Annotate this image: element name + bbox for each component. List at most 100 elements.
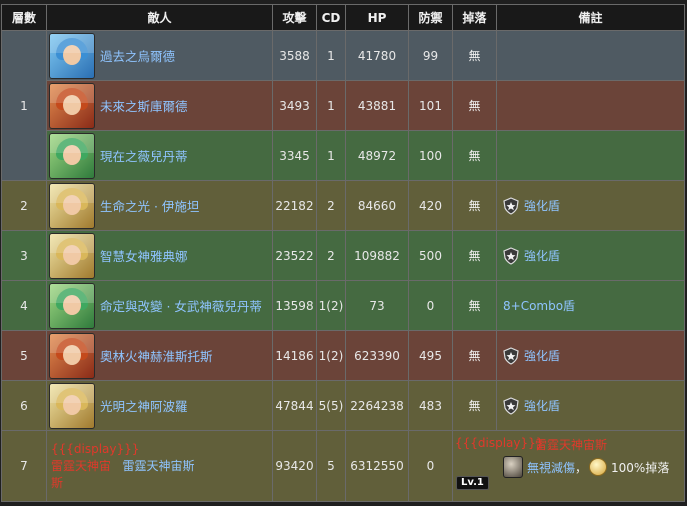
note-link[interactable]: 強化盾 (524, 397, 560, 414)
enemy-avatar[interactable] (49, 382, 95, 429)
hp-cell: 48972 (345, 130, 409, 181)
boss-name-link[interactable]: 雷霆天神宙斯 (122, 459, 194, 473)
notes-cell: 強化盾 (496, 380, 685, 431)
attack-cell: 47844 (272, 380, 317, 431)
header-hp: HP (345, 4, 409, 31)
drop-rate-text: 100%掉落 (611, 460, 670, 475)
table-row: 未來之斯庫爾德 3493 1 43881 101 無 (2, 80, 685, 131)
enemy-name-link[interactable]: 命定與改變 · 女武神薇兒丹蒂 (100, 296, 262, 315)
enemy-cell: 過去之烏爾德 (46, 30, 273, 81)
hp-cell: 2264238 (345, 380, 409, 431)
attack-cell: 14186 (272, 330, 317, 381)
header-enemy: 敵人 (46, 4, 273, 31)
floor-enemy-table: 層數 敵人 攻擊 CD HP 防禦 掉落 備註 1 過去之烏爾德 3588 1 … (1, 4, 685, 502)
drop-cell: 無 (452, 230, 497, 281)
ignore-reduction-icon[interactable] (503, 456, 523, 478)
notes-cell (496, 130, 685, 181)
cd-cell: 2 (316, 230, 346, 281)
notes-cell: 強化盾 (496, 180, 685, 231)
hp-cell: 84660 (345, 180, 409, 231)
enemy-name-link[interactable]: 生命之光 · 伊施坦 (100, 196, 199, 215)
level-badge: Lv.1 (456, 476, 489, 490)
notes-cell: 強化盾 (496, 330, 685, 381)
defense-cell: 420 (408, 180, 453, 231)
floor-cell: 2 (1, 180, 47, 231)
attack-cell: 3345 (272, 130, 317, 181)
attack-cell: 13598 (272, 280, 317, 331)
header-attack: 攻擊 (272, 4, 317, 31)
shield-icon[interactable] (503, 196, 519, 215)
floor-cell: 6 (1, 380, 47, 431)
enemy-avatar[interactable] (49, 182, 95, 229)
floor-cell: 5 (1, 330, 47, 381)
enemy-avatar[interactable] (49, 232, 95, 279)
enemy-name-link[interactable]: 未來之斯庫爾德 (100, 96, 188, 115)
table-row: 1 過去之烏爾德 3588 1 41780 99 無 (1, 30, 685, 181)
cd-cell: 1 (316, 80, 346, 131)
enemy-name-link[interactable]: 智慧女神雅典娜 (100, 246, 188, 265)
enemy-cell: 智慧女神雅典娜 (46, 230, 273, 281)
enemy-avatar[interactable] (49, 32, 95, 79)
note-link[interactable]: 強化盾 (524, 347, 560, 364)
enemy-name-link[interactable]: 過去之烏爾德 (100, 46, 175, 65)
table-row: 6 光明之神阿波羅 47844 5(5) 2264238 483 無 強化盾 (1, 380, 685, 431)
cd-cell: 5(5) (316, 380, 346, 431)
floor-cell: 4 (1, 280, 47, 331)
drop-cell: 無 (452, 330, 497, 381)
table-row: 2 生命之光 · 伊施坦 22182 2 84660 420 無 強化盾 (1, 180, 685, 231)
cd-cell: 1 (316, 130, 346, 181)
hp-cell: 623390 (345, 330, 409, 381)
enemy-avatar[interactable] (49, 332, 95, 379)
header-cd: CD (316, 4, 346, 31)
boss-notes-cell: {{{display}}} 雷霆天神宙斯 無視減傷 ， 100%掉落 Lv.1 (452, 430, 685, 502)
drop-cell: 無 (452, 30, 497, 81)
ignore-reduction-link[interactable]: 無視減傷 (527, 459, 575, 476)
drop-orb-icon[interactable] (589, 458, 608, 476)
note-link[interactable]: 強化盾 (524, 197, 560, 214)
cd-cell: 1(2) (316, 330, 346, 381)
boss-enemy-cell: {{{display}}} 雷霆天神宙 雷霆天神宙斯 斯 (46, 430, 273, 502)
defense-cell: 0 (408, 280, 453, 331)
enemy-cell: 命定與改變 · 女武神薇兒丹蒂 (46, 280, 273, 331)
defense-cell: 0 (408, 430, 453, 502)
hp-cell: 41780 (345, 30, 409, 81)
cd-cell: 2 (316, 180, 346, 231)
enemy-avatar[interactable] (49, 82, 95, 129)
shield-icon[interactable] (503, 396, 519, 415)
note-separator: ， (575, 460, 588, 475)
header-defense: 防禦 (408, 4, 453, 31)
attack-cell: 22182 (272, 180, 317, 231)
attack-cell: 3493 (272, 80, 317, 131)
shield-icon[interactable] (503, 346, 519, 365)
enemy-cell: 現在之薇兒丹蒂 (46, 130, 273, 181)
defense-cell: 99 (408, 30, 453, 81)
shield-icon[interactable] (503, 246, 519, 265)
drop-cell: 無 (452, 180, 497, 231)
defense-cell: 100 (408, 130, 453, 181)
enemy-name-link[interactable]: 現在之薇兒丹蒂 (100, 146, 188, 165)
hp-cell: 109882 (345, 230, 409, 281)
defense-cell: 101 (408, 80, 453, 131)
attack-cell: 23522 (272, 230, 317, 281)
note-template-label: {{{display}}} (455, 436, 544, 450)
page: 層數 敵人 攻擊 CD HP 防禦 掉落 備註 1 過去之烏爾德 3588 1 … (0, 0, 687, 506)
floor-cell: 1 (1, 30, 47, 181)
drop-cell: 無 (452, 80, 497, 131)
defense-cell: 483 (408, 380, 453, 431)
enemy-avatar[interactable] (49, 282, 95, 329)
defense-cell: 495 (408, 330, 453, 381)
note-link[interactable]: 8+Combo盾 (503, 297, 575, 314)
note-link[interactable]: 強化盾 (524, 247, 560, 264)
hp-cell: 43881 (345, 80, 409, 131)
enemy-name-link[interactable]: 奧林火神赫淮斯托斯 (100, 346, 213, 365)
boss-name-red-tail: 斯 (51, 475, 64, 490)
cd-cell: 5 (316, 430, 346, 502)
cd-cell: 1(2) (316, 280, 346, 331)
notes-cell: 8+Combo盾 (496, 280, 685, 331)
drop-cell: 無 (452, 380, 497, 431)
enemy-name-link[interactable]: 光明之神阿波羅 (100, 396, 188, 415)
enemy-avatar[interactable] (49, 132, 95, 179)
boss-template-label: {{{display}}} (51, 441, 140, 456)
note-boss-name: 雷霆天神宙斯 (535, 438, 608, 452)
drop-cell: 無 (452, 130, 497, 181)
